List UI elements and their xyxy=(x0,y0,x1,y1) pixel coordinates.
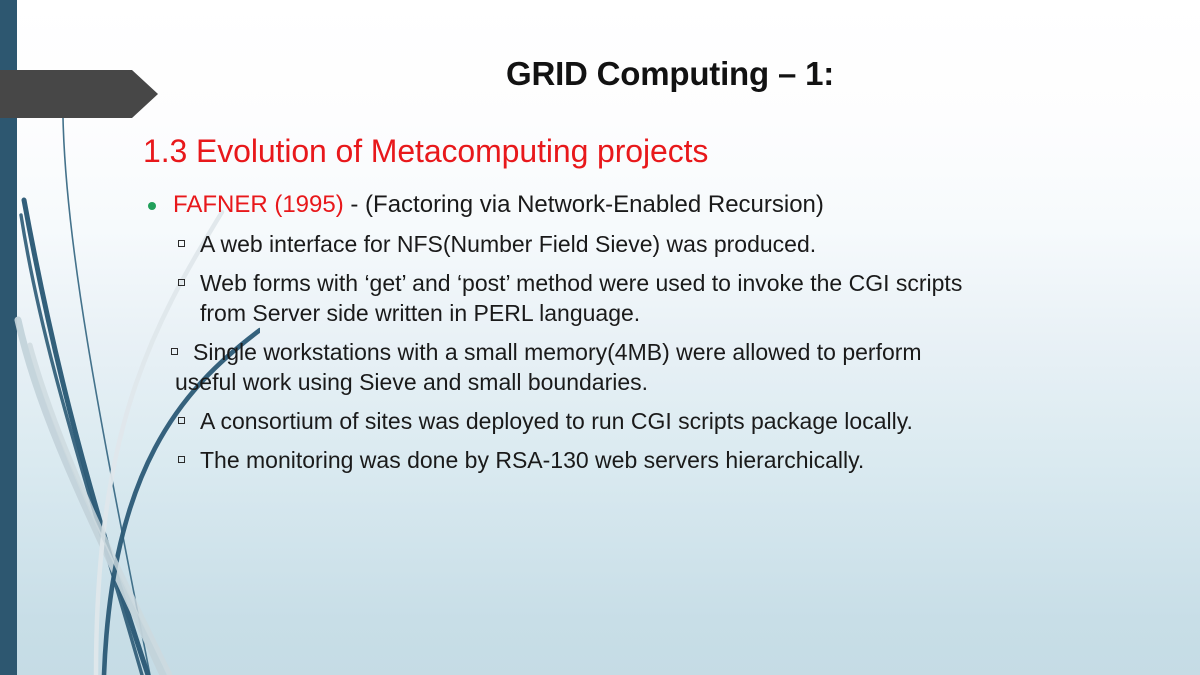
list-item: Single workstations with a small memory(… xyxy=(143,337,1183,367)
square-bullet-icon xyxy=(171,348,178,355)
list-item: Web forms with ‘get’ and ‘post’ method w… xyxy=(143,268,1183,298)
list-item-label: Web forms with ‘get’ and ‘post’ method w… xyxy=(200,270,963,296)
slide-canvas: GRID Computing – 1: 1.3 Evolution of Met… xyxy=(0,0,1200,675)
square-bullet-icon xyxy=(178,456,185,463)
list-item-label: Single workstations with a small memory(… xyxy=(193,339,922,365)
list-item-label: The monitoring was done by RSA-130 web s… xyxy=(200,447,865,473)
page-title: GRID Computing – 1: xyxy=(505,55,835,92)
list-item-label: A consortium of sites was deployed to ru… xyxy=(200,408,913,434)
list-item-continuation: useful work using Sieve and small bounda… xyxy=(175,369,649,395)
slide-body: FAFNER (1995) - (Factoring via Network-E… xyxy=(143,190,1183,475)
main-bullet-highlight: FAFNER (1995) xyxy=(173,191,344,218)
list-item-label: A web interface for NFS(Number Field Sie… xyxy=(200,231,817,257)
square-bullet-icon xyxy=(178,417,185,424)
list-item-continuation: from Server side written in PERL languag… xyxy=(200,300,641,326)
main-bullet-rest: - (Factoring via Network-Enabled Recursi… xyxy=(343,191,824,218)
square-bullet-icon xyxy=(178,279,185,286)
list-item: A web interface for NFS(Number Field Sie… xyxy=(143,229,1183,259)
square-bullet-icon xyxy=(178,240,185,247)
bullet-dot-icon xyxy=(148,202,156,210)
arrow-banner-shape xyxy=(0,70,158,118)
section-heading: 1.3 Evolution of Metacomputing projects xyxy=(143,133,709,169)
list-item: A consortium of sites was deployed to ru… xyxy=(143,406,1183,436)
list-item-main: FAFNER (1995) - (Factoring via Network-E… xyxy=(143,190,1183,220)
list-item: The monitoring was done by RSA-130 web s… xyxy=(143,445,1183,475)
